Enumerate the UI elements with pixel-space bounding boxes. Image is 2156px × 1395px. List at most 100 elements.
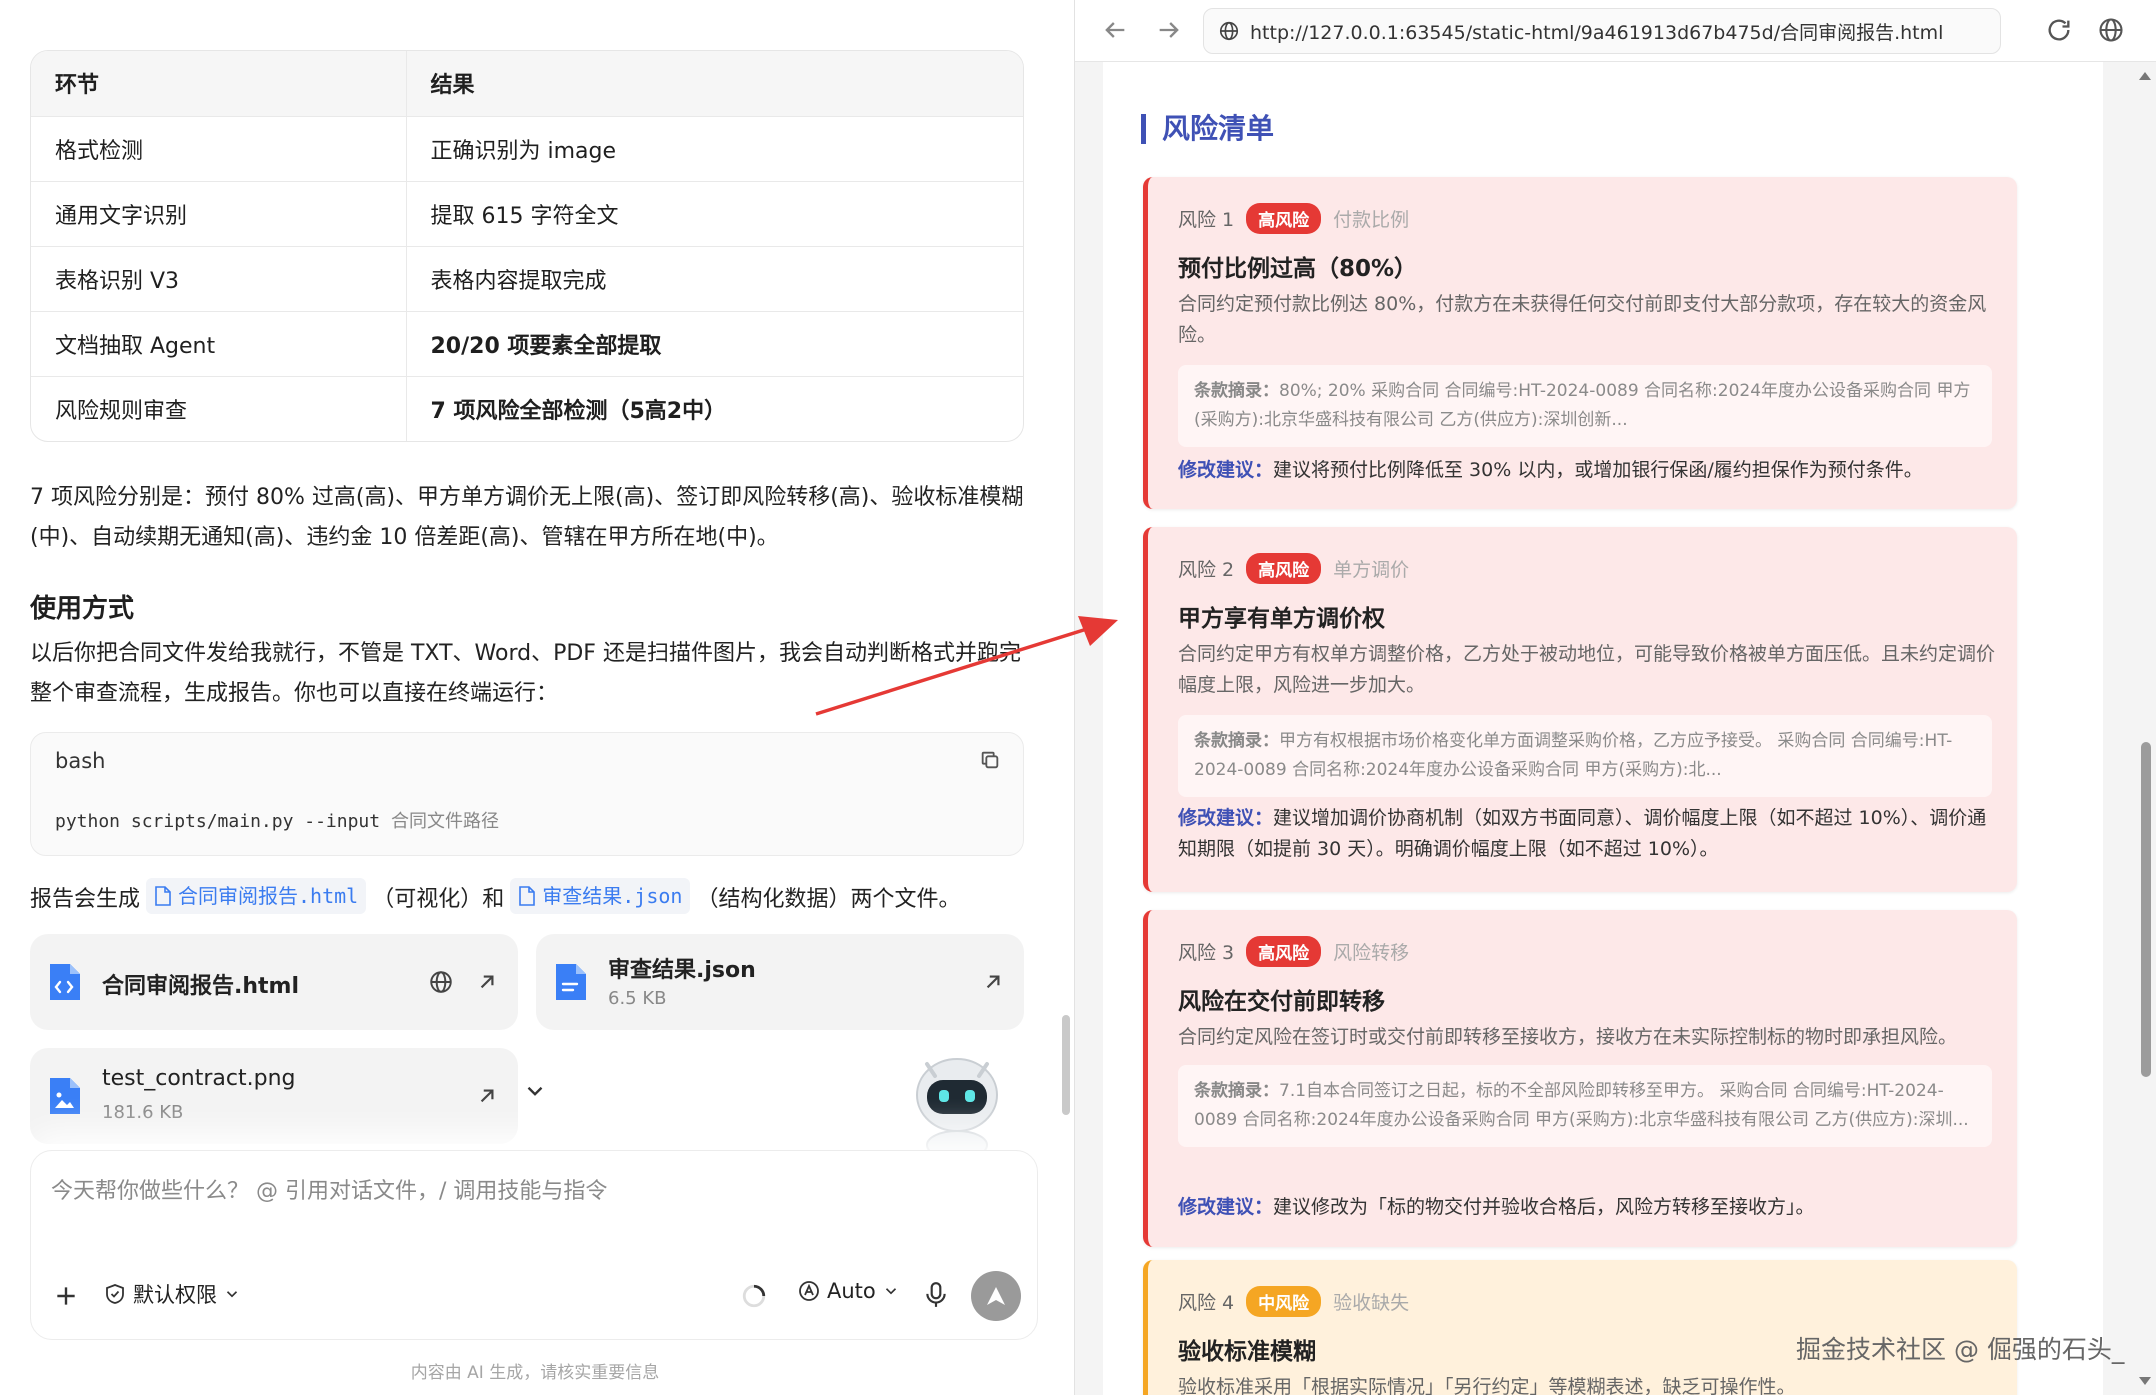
composer-placeholder: 今天帮你做些什么？ @ 引用对话文件，/ 调用技能与指令 [51,1179,608,1204]
permission-selector[interactable]: 默认权限 [103,1279,241,1309]
risk-level-badge: 中风险 [1246,1286,1322,1317]
risk-card: 风险 3 高风险 风险转移 风险在交付前即转移 合同约定风险在签订时或交付前即转… [1143,910,2017,1247]
code-block: bash python scripts/main.py --input 合同文件… [30,732,1024,856]
result-table: 环节 结果 格式检测 正确识别为 image 通用文字识别 提取 615 字符全… [30,50,1024,442]
risk-header: 风险 3 高风险 风险转移 [1178,936,1409,967]
address-bar[interactable]: http://127.0.0.1:63545/static-html/9a461… [1203,8,2001,54]
loading-spinner-icon [742,1284,766,1308]
file-name: 审查结果.json [608,958,756,983]
code-placeholder: 合同文件路径 [390,811,499,832]
microphone-icon[interactable] [923,1281,949,1309]
usage-heading: 使用方式 [30,594,135,624]
globe-icon[interactable] [2097,16,2125,44]
table-row: 通用文字识别 提取 615 字符全文 [31,181,1023,247]
risk-list-heading: 风险清单 [1141,114,1274,144]
scroll-up-arrow-icon[interactable] [2139,72,2151,80]
clause-excerpt: 条款摘录：甲方有权根据市场价格变化单方面调整采购价格，乙方应予接受。 采购合同 … [1178,715,1992,797]
table-row: 风险规则审查 7 项风险全部检测（5高2中） [31,376,1023,441]
file-link-report-html[interactable]: 合同审阅报告.html [146,878,367,914]
chevron-down-icon[interactable] [522,1078,548,1104]
risk-number: 风险 1 [1178,209,1235,231]
image-file-icon [50,1078,80,1114]
risk-number: 风险 4 [1178,1292,1235,1314]
risk-description: 合同约定预付款比例达 80%，付款方在未获得任何交付前即支付大部分款项，存在较大… [1178,293,1987,346]
file-card-report-html[interactable]: 合同审阅报告.html [30,934,518,1030]
table-row: 文档抽取 Agent 20/20 项要素全部提取 [31,311,1023,377]
clause-excerpt: 条款摘录：80%; 20% 采购合同 合同编号:HT-2024-0089 合同名… [1178,365,1992,447]
revision-suggestion: 修改建议：建议增加调价协商机制（如双方书面同意）、调价幅度上限（如不超过 10%… [1178,807,1987,860]
risk-title: 风险在交付前即转移 [1178,989,1385,1015]
open-external-icon[interactable] [474,1083,500,1109]
scroll-down-arrow-icon[interactable] [2139,1377,2151,1385]
table-cell-step: 风险规则审查 [31,376,407,441]
risk-category: 付款比例 [1333,209,1410,231]
table-header: 结果 [406,51,1023,117]
page-scrollbar-thumb[interactable] [2141,742,2151,1077]
risk-card: 风险 1 高风险 付款比例 预付比例过高（80%） 合同约定预付款比例达 80%… [1143,177,2017,509]
risk-description: 合同约定甲方有权单方调整价格，乙方处于被动地位，可能导致价格被单方面压低。且未约… [1178,643,1996,696]
table-cell-step: 格式检测 [31,116,407,182]
risk-level-badge: 高风险 [1246,203,1322,234]
globe-icon[interactable] [428,969,454,995]
risk-level-badge: 高风险 [1246,936,1322,967]
html-file-icon [50,964,80,1000]
json-file-icon [556,964,586,1000]
table-cell-result: 提取 615 字符全文 [406,181,1023,247]
risk-card: 风险 2 高风险 单方调价 甲方享有单方调价权 合同约定甲方有权单方调整价格，乙… [1143,527,2017,892]
send-button[interactable] [971,1271,1021,1321]
risk-title: 甲方享有单方调价权 [1178,606,1385,632]
table-cell-result: 20/20 项要素全部提取 [406,311,1023,377]
chat-scrollbar[interactable] [1062,1015,1070,1115]
risk-number: 风险 3 [1178,942,1235,964]
code-language: bash [55,749,106,773]
table-cell-step: 表格识别 V3 [31,246,407,312]
send-arrow-icon [987,1287,1005,1305]
risk-card: 风险 4 中风险 验收缺失 验收标准模糊 验收标准采用「根据实际情况」「另行约定… [1143,1260,2017,1395]
file-link-result-json[interactable]: 审查结果.json [510,878,691,914]
copy-icon[interactable] [979,749,1001,771]
table-cell-result: 7 项风险全部检测（5高2中） [430,398,727,424]
table-row: 表格识别 V3 表格内容提取完成 [31,246,1023,312]
clause-excerpt: 条款摘录：7.1自本合同签订之日起，标的不全部风险即转移至甲方。 采购合同 合同… [1178,1065,1992,1147]
ai-disclaimer: 内容由 AI 生成，请核实重要信息 [410,1363,660,1383]
browser-window: http://127.0.0.1:63545/static-html/9a461… [1074,0,2156,1395]
page-scrollbar-track[interactable] [2134,62,2156,1395]
robot-mascot-icon [916,1058,998,1155]
code-command: python scripts/main.py --input 合同文件路径 [55,811,499,832]
file-card-test-contract[interactable]: test_contract.png 181.6 KB [30,1048,518,1144]
forward-arrow-icon[interactable] [1155,16,1183,44]
file-icon [519,886,536,906]
risk-number: 风险 2 [1178,559,1235,581]
risk-category: 验收缺失 [1333,1292,1410,1314]
risk-level-badge: 高风险 [1246,553,1322,584]
risk-title: 验收标准模糊 [1178,1339,1316,1365]
globe-icon [1219,21,1239,41]
reload-icon[interactable] [2045,16,2073,44]
message-composer[interactable]: 今天帮你做些什么？ @ 引用对话文件，/ 调用技能与指令 默认权限 Auto [30,1150,1038,1340]
table-cell-step: 文档抽取 Agent [31,311,407,377]
back-arrow-icon[interactable] [1101,16,1129,44]
risk-header: 风险 2 高风险 单方调价 [1178,553,1409,584]
risk-title: 预付比例过高（80%） [1178,256,1418,282]
file-card-result-json[interactable]: 审查结果.json 6.5 KB [536,934,1024,1030]
table-header-row: 环节 结果 [31,51,1023,117]
plus-icon[interactable] [53,1283,79,1309]
table-cell-result: 表格内容提取完成 [406,246,1023,312]
open-external-icon[interactable] [980,969,1006,995]
risk-description: 合同约定风险在签订时或交付前即转移至接收方，接收方在未实际控制标的物时即承担风险… [1178,1026,1958,1048]
risk-category: 风险转移 [1333,942,1410,964]
file-name: 合同审阅报告.html [102,974,300,999]
risk-summary-text: 7 项风险分别是：预付 80% 过高(高)、甲方单方调价无上限(高)、签订即风险… [30,485,1024,550]
table-header: 环节 [31,51,407,117]
model-mode-selector[interactable]: Auto [797,1279,900,1303]
risk-header: 风险 1 高风险 付款比例 [1178,203,1409,234]
usage-text: 以后你把合同文件发给我就行，不管是 TXT、Word、PDF 还是扫描件图片，我… [30,641,1021,706]
file-name: test_contract.png [102,1066,296,1091]
risk-header: 风险 4 中风险 验收缺失 [1178,1286,1409,1317]
chat-panel: 环节 结果 格式检测 正确识别为 image 通用文字识别 提取 615 字符全… [0,0,1070,1395]
open-external-icon[interactable] [474,969,500,995]
file-icon [155,886,171,906]
table-cell-step: 通用文字识别 [31,181,407,247]
risk-description: 验收标准采用「根据实际情况」「另行约定」等模糊表述，缺乏可操作性。 [1178,1376,1796,1395]
shield-check-icon [106,1284,124,1304]
